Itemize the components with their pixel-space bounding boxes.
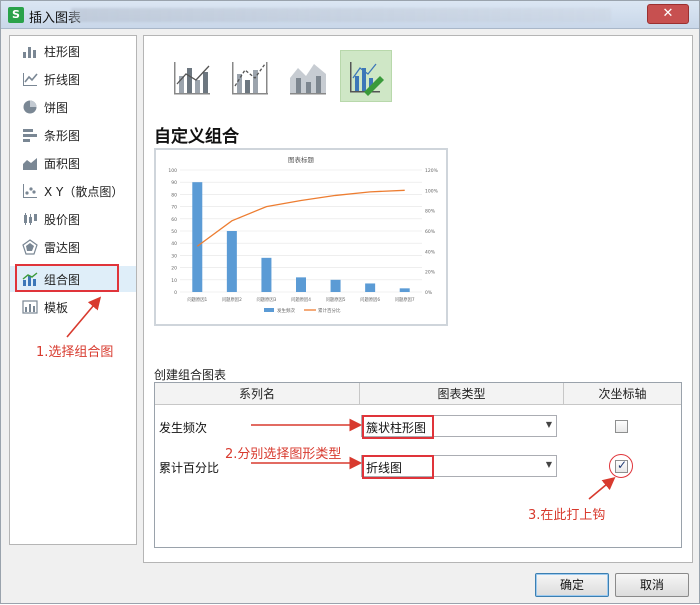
arrow-step-1: [66, 296, 102, 338]
annotation-arrows: [66, 296, 616, 500]
arrow-step-3: [588, 476, 616, 500]
insert-chart-dialog: S 插入图表 ✕ 柱形图 折线图 饼图 条形图 面积图 X Y（散点图） 股价图…: [0, 0, 700, 604]
